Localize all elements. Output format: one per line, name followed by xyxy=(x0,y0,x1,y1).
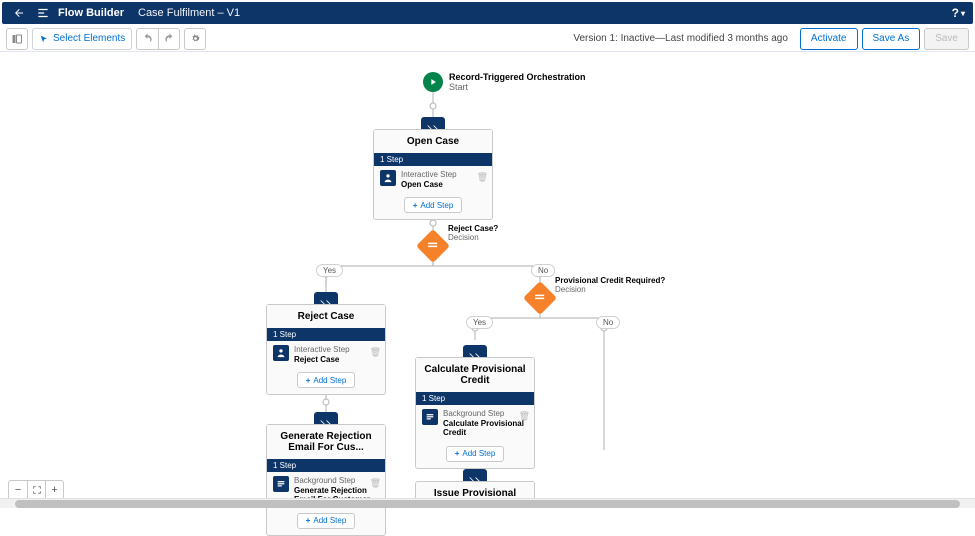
zoom-fit-button[interactable] xyxy=(27,481,45,499)
chevron-down-icon: ▾ xyxy=(961,9,965,18)
delete-step-icon[interactable]: 🗑 xyxy=(477,172,488,183)
decision-icon xyxy=(427,239,439,254)
branch-label-no[interactable]: No xyxy=(531,264,555,277)
select-elements-button[interactable]: Select Elements xyxy=(32,28,132,50)
panel-icon xyxy=(11,33,23,45)
step-source: Interactive Step xyxy=(401,170,457,180)
stage-title: Calculate Provisional Credit xyxy=(416,358,534,392)
start-type: Record-Triggered Orchestration xyxy=(449,72,586,82)
delete-step-icon[interactable]: 🗑 xyxy=(370,347,381,358)
branch-label-yes-credit[interactable]: Yes xyxy=(466,316,493,329)
select-elements-label: Select Elements xyxy=(53,33,125,44)
step-count-badge: 1 Step xyxy=(267,459,385,472)
stage-card-reject-case[interactable]: Reject Case 1 Step Interactive Step Reje… xyxy=(266,304,386,395)
decision-reject-case[interactable] xyxy=(416,229,450,263)
step-row[interactable]: Interactive Step Open Case 🗑 xyxy=(374,166,492,193)
step-source: Background Step xyxy=(443,409,528,419)
branch-label-no-credit[interactable]: No xyxy=(596,316,620,329)
step-name: Open Case xyxy=(401,180,457,190)
step-row[interactable]: Background Step Calculate Provisional Cr… xyxy=(416,405,534,442)
background-step-icon xyxy=(273,476,289,492)
help-icon: ? xyxy=(952,6,959,20)
stage-title: Generate Rejection Email For Cus... xyxy=(267,425,385,459)
horizontal-scrollbar[interactable] xyxy=(0,498,975,508)
step-count-badge: 1 Step xyxy=(267,328,385,341)
decision-label-reject: Reject Case? Decision xyxy=(448,224,498,242)
save-button: Save xyxy=(924,28,969,50)
interactive-step-icon xyxy=(273,345,289,361)
back-button[interactable] xyxy=(10,4,28,22)
stage-card-open-case[interactable]: Open Case 1 Step Interactive Step Open C… xyxy=(373,129,493,220)
delete-step-icon[interactable]: 🗑 xyxy=(370,478,381,489)
add-step-button[interactable]: Add Step xyxy=(297,513,356,529)
scrollbar-thumb[interactable] xyxy=(15,500,961,508)
background-step-icon xyxy=(422,409,438,425)
help-menu[interactable]: ? ▾ xyxy=(952,6,965,20)
step-source: Interactive Step xyxy=(294,345,350,355)
undo-icon xyxy=(142,33,153,44)
zoom-out-button[interactable]: − xyxy=(9,481,27,499)
step-row[interactable]: Interactive Step Reject Case 🗑 xyxy=(267,341,385,368)
app-title: Flow Builder xyxy=(58,7,124,19)
gear-icon xyxy=(190,33,201,44)
decision-prov-credit[interactable] xyxy=(523,281,557,315)
cursor-icon xyxy=(39,34,49,44)
step-source: Background Step xyxy=(294,476,379,486)
activate-button[interactable]: Activate xyxy=(800,28,858,50)
add-step-button[interactable]: Add Step xyxy=(446,446,505,462)
zoom-controls: − + xyxy=(8,480,64,500)
undo-button[interactable] xyxy=(136,28,158,50)
delete-step-icon[interactable]: 🗑 xyxy=(519,411,530,422)
step-count-badge: 1 Step xyxy=(416,392,534,405)
step-count-badge: 1 Step xyxy=(374,153,492,166)
decision-label-credit: Provisional Credit Required? Decision xyxy=(555,276,665,294)
canvas-settings-button[interactable] xyxy=(6,28,28,50)
stage-card-gen-rejection[interactable]: Generate Rejection Email For Cus... 1 St… xyxy=(266,424,386,536)
flow-title: Case Fulfilment – V1 xyxy=(138,7,240,19)
version-status: Version 1: Inactive—Last modified 3 mont… xyxy=(573,33,788,44)
stage-title: Open Case xyxy=(374,130,492,153)
flow-builder-logo-icon xyxy=(34,4,52,22)
stage-title: Reject Case xyxy=(267,305,385,328)
add-step-button[interactable]: Add Step xyxy=(404,197,463,213)
start-node[interactable]: Record-Triggered Orchestration Start xyxy=(423,72,586,92)
save-as-button[interactable]: Save As xyxy=(862,28,921,50)
interactive-step-icon xyxy=(380,170,396,186)
start-action: Start xyxy=(449,82,586,92)
app-header: Flow Builder Case Fulfilment – V1 ? ▾ xyxy=(2,2,973,24)
toolbar: Select Elements Version 1: Inactive—Last… xyxy=(0,26,975,52)
stage-card-calc-credit[interactable]: Calculate Provisional Credit 1 Step Back… xyxy=(415,357,535,469)
redo-button[interactable] xyxy=(158,28,180,50)
decision-icon xyxy=(534,291,546,306)
add-step-button[interactable]: Add Step xyxy=(297,372,356,388)
flow-properties-button[interactable] xyxy=(184,28,206,50)
arrow-left-icon xyxy=(13,7,25,19)
step-name: Reject Case xyxy=(294,355,350,365)
step-name: Calculate Provisional Credit xyxy=(443,419,528,438)
branch-label-yes[interactable]: Yes xyxy=(316,264,343,277)
zoom-in-button[interactable]: + xyxy=(45,481,63,499)
redo-icon xyxy=(164,33,175,44)
fit-icon xyxy=(32,485,42,495)
flow-canvas[interactable]: Record-Triggered Orchestration Start Ope… xyxy=(0,52,975,508)
play-icon xyxy=(423,72,443,92)
